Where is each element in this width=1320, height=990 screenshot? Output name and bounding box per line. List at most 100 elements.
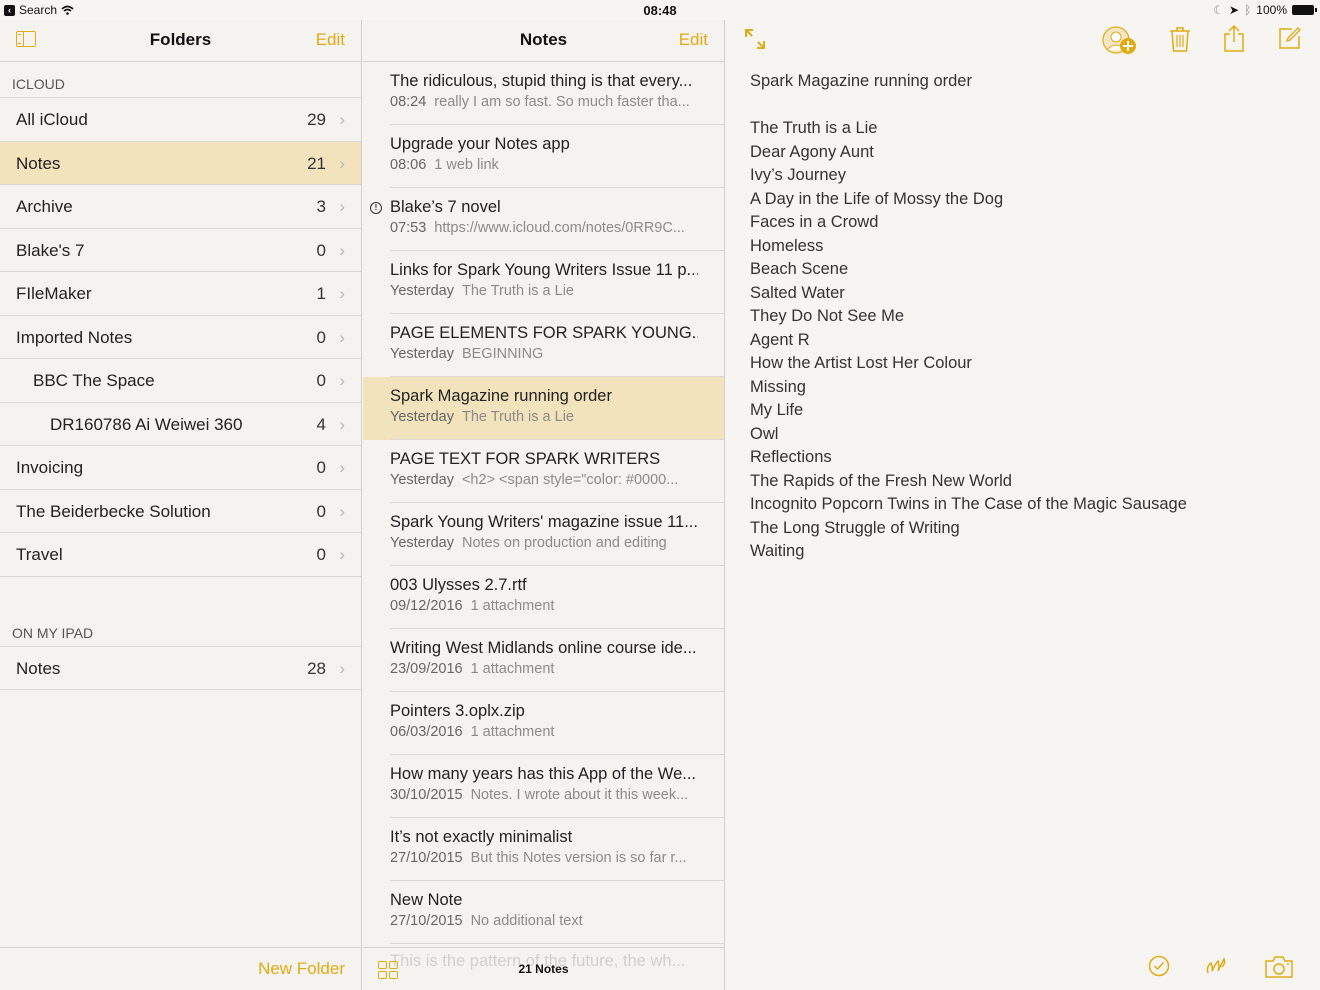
compose-icon[interactable] xyxy=(1278,26,1302,50)
folder-name: Blake's 7 xyxy=(16,240,85,260)
folder-name: Notes xyxy=(16,153,61,173)
folder-name: Archive xyxy=(16,197,73,216)
folder-row[interactable]: Blake's 7 0 › xyxy=(0,229,361,272)
checklist-icon[interactable] xyxy=(1148,955,1170,977)
note-subtitle: 09/12/2016 1 attachment xyxy=(390,598,698,614)
note-text-line: Reflections xyxy=(750,448,832,466)
note-row[interactable]: Pointers 3.oplx.zip 06/03/2016 1 attachmen… xyxy=(363,692,724,755)
note-preview: The Truth is a Lie xyxy=(461,409,574,425)
folder-count: 3 xyxy=(316,197,326,216)
note-row[interactable]: How many years has this App of the We...… xyxy=(363,755,724,818)
note-date: Yesterday xyxy=(390,472,454,488)
note-row[interactable]: Writing West Midlands online course ide.… xyxy=(363,629,724,692)
folder-row[interactable]: The Beiderbecke Solution 0 › xyxy=(0,490,361,533)
note-row[interactable]: ! Blake’s 7 novel 07:53 https://www.icloud.… xyxy=(363,188,724,251)
note-row[interactable]: Links for Spark Young Writers Issue 11 p… xyxy=(363,251,724,314)
chevron-right-icon: › xyxy=(339,371,345,390)
sketch-icon[interactable] xyxy=(1204,953,1228,979)
note-title: It’s not exactly minimalist xyxy=(390,828,573,846)
editor-toolbar xyxy=(726,20,1320,64)
note-subtitle: 27/10/2015 No additional text xyxy=(390,913,698,929)
note-text-line: Owl xyxy=(750,424,779,443)
share-icon[interactable] xyxy=(1223,24,1245,52)
note-preview: No additional text xyxy=(470,913,583,929)
note-row[interactable]: The ridiculous, stupid thing is that eve… xyxy=(363,62,724,125)
chevron-right-icon: › xyxy=(339,414,345,434)
note-text-line: How the Artist Lost Her Colour xyxy=(750,354,972,372)
folder-row[interactable]: FIleMaker 1 › xyxy=(0,272,361,316)
folder-count: 0 xyxy=(316,458,326,477)
note-editor[interactable]: Spark Magazine running order The Truth is… xyxy=(750,70,1300,564)
chevron-right-icon: › xyxy=(339,545,345,564)
note-subtitle: 27/10/2015 But this Notes version is so f… xyxy=(390,850,698,866)
folder-row[interactable]: Notes 21 › xyxy=(0,141,361,185)
note-date: 27/10/2015 xyxy=(390,850,463,866)
folders-edit-button[interactable]: Edit xyxy=(316,30,345,50)
note-row[interactable]: It’s not exactly minimalist 27/10/2015 But… xyxy=(363,818,724,881)
expand-icon[interactable] xyxy=(744,28,766,50)
folder-row[interactable]: Travel 0 › xyxy=(0,533,361,577)
folder-row[interactable]: Invoicing 0 › xyxy=(0,446,361,490)
note-title: Blake’s 7 novel xyxy=(390,198,501,216)
note-row[interactable]: PAGE TEXT FOR SPARK WRITERS Yesterday <h2>… xyxy=(363,440,724,503)
chevron-right-icon: › xyxy=(339,658,345,678)
status-bar: ‹ Search 08:48 ☾ ➤ ᛒ 100% xyxy=(0,0,1320,20)
chevron-right-icon: › xyxy=(339,327,345,347)
note-text-line: The Rapids of the Fresh New World xyxy=(750,471,1012,490)
folder-count: 0 xyxy=(316,501,326,521)
location-icon: ➤ xyxy=(1229,3,1240,17)
chevron-right-icon: › xyxy=(339,458,345,477)
note-text-line: Ivy’s Journey xyxy=(750,166,846,184)
note-preview: 1 attachment xyxy=(470,598,555,614)
note-row[interactable]: Upgrade your Notes app 08:06 1 web link xyxy=(363,125,724,188)
folder-name: Notes xyxy=(16,658,61,678)
editor-bottom-toolbar xyxy=(726,945,1320,990)
note-row[interactable]: Spark Magazine running order Yesterday The… xyxy=(363,377,724,440)
folder-count: 28 xyxy=(307,658,326,678)
note-date: 27/10/2015 xyxy=(390,913,463,929)
camera-icon[interactable] xyxy=(1264,955,1294,979)
note-row[interactable]: Spark Young Writers' magazine issue 11..… xyxy=(363,503,724,566)
notes-edit-button[interactable]: Edit xyxy=(679,30,708,50)
note-date: 08:06 xyxy=(390,157,427,173)
note-subtitle: Yesterday BEGINNING xyxy=(390,346,698,362)
note-text-line xyxy=(750,94,1300,118)
note-title: The ridiculous, stupid thing is that eve… xyxy=(390,72,693,90)
folder-row[interactable]: All iCloud 29 › xyxy=(0,98,361,142)
chevron-right-icon: › xyxy=(339,240,345,260)
note-title: Upgrade your Notes app xyxy=(390,135,570,153)
folder-row[interactable]: Archive 3 › xyxy=(0,185,361,229)
battery-icon xyxy=(1292,5,1317,15)
note-title: Links for Spark Young Writers Issue 11 p… xyxy=(390,261,698,279)
new-folder-button[interactable]: New Folder xyxy=(258,959,345,979)
editor-pane: Spark Magazine running order The Truth is… xyxy=(726,20,1320,990)
shared-note-icon: ! xyxy=(370,202,382,214)
note-title: New Note xyxy=(390,891,463,909)
note-title: How many years has this App of the We... xyxy=(390,765,697,783)
note-text-line: Salted Water xyxy=(750,283,845,302)
add-person-icon[interactable] xyxy=(1102,26,1138,56)
note-text-line: Waiting xyxy=(750,542,805,560)
note-preview: The Truth is a Lie xyxy=(461,283,574,299)
folder-row[interactable]: BBC The Space 0 › xyxy=(0,359,361,403)
note-row[interactable]: New Note 27/10/2015 No additional text xyxy=(363,881,724,944)
note-heading-line: Spark Magazine running order xyxy=(750,72,972,90)
notes-count: 21 Notes xyxy=(518,962,569,976)
folder-name: BBC The Space xyxy=(33,371,155,390)
trash-icon[interactable] xyxy=(1169,26,1191,52)
folders-navbar: Folders Edit xyxy=(0,20,361,62)
folder-row[interactable]: Imported Notes 0 › xyxy=(0,316,361,359)
folder-row[interactable]: Notes 28 › xyxy=(0,647,361,690)
folders-pane: Folders Edit ICLOUD All iCloud 29 › Notes 21 ›… xyxy=(0,20,362,990)
note-text-line: They Do Not See Me xyxy=(750,307,905,325)
note-row[interactable]: 003 Ulysses 2.7.rtf 09/12/2016 1 attachmen… xyxy=(363,566,724,629)
note-date: 07:53 xyxy=(390,220,427,236)
note-preview: BEGINNING xyxy=(461,346,544,362)
notes-list[interactable]: The ridiculous, stupid thing is that eve… xyxy=(363,62,724,947)
bluetooth-icon: ᛒ xyxy=(1244,3,1252,17)
notes-title: Notes xyxy=(519,30,568,49)
folder-name: All iCloud xyxy=(16,110,88,129)
note-row[interactable]: PAGE ELEMENTS FOR SPARK YOUNG... Yesterda… xyxy=(363,314,724,377)
folder-row[interactable]: DR160786 Ai Weiwei 360 4 › xyxy=(0,403,361,446)
